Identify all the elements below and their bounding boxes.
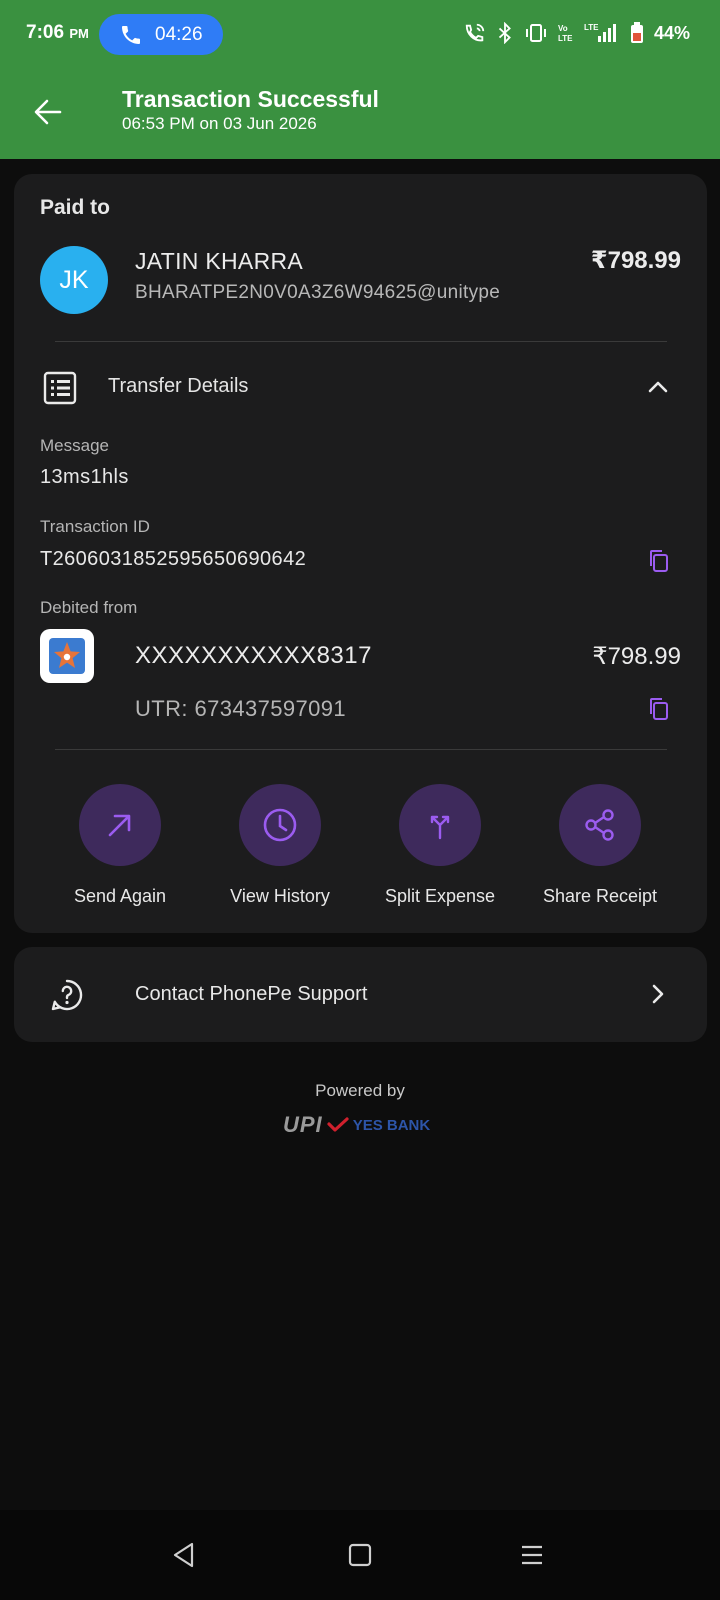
payee-vpa: BHARATPE2N0V0A3Z6W94625@unitype xyxy=(135,282,501,303)
triangle-back-icon xyxy=(173,1542,194,1568)
debited-from-label: Debited from xyxy=(40,598,138,617)
help-question-icon xyxy=(51,979,83,1011)
chevron-up-icon xyxy=(648,381,668,393)
utr-number: UTR: 673437597091 xyxy=(135,696,347,721)
view-history-label: View History xyxy=(230,886,330,906)
collapse-toggle[interactable] xyxy=(643,372,673,402)
share-receipt-button[interactable]: Share Receipt xyxy=(520,784,680,907)
share-icon xyxy=(585,809,614,841)
account-number: XXXXXXXXXXX8317 xyxy=(135,642,372,669)
call-timer: 04:26 xyxy=(155,23,203,45)
split-expense-circle xyxy=(399,784,481,866)
send-again-circle xyxy=(79,784,161,866)
split-icon xyxy=(430,815,450,840)
page-title: Transaction Successful xyxy=(122,86,379,112)
transaction-id-label: Transaction ID xyxy=(40,517,150,536)
payee-amount: ₹798.99 xyxy=(590,247,681,274)
bank-logo xyxy=(40,629,94,683)
share-receipt-label: Share Receipt xyxy=(542,886,658,906)
divider xyxy=(55,341,667,342)
share-receipt-circle xyxy=(559,784,641,866)
bank-star-logo-icon xyxy=(49,638,85,674)
message-value: 13ms1hls xyxy=(40,466,129,488)
brand-logos: UPI YES BANK xyxy=(283,1112,430,1138)
status-bar: 7:06 PM 04:26 Vo LTE LTE 44% xyxy=(0,0,720,70)
battery-icon xyxy=(630,22,643,43)
send-again-label: Send Again xyxy=(73,886,167,906)
send-again-button[interactable]: Send Again xyxy=(40,784,200,907)
nav-back-button[interactable] xyxy=(167,1538,201,1572)
copy-icon[interactable] xyxy=(646,548,672,574)
split-expense-button[interactable]: Split Expense xyxy=(360,784,520,907)
action-row: Send Again View History Split Expense Sh… xyxy=(14,784,707,907)
back-button[interactable] xyxy=(28,92,68,132)
phone-icon xyxy=(122,25,140,44)
yes-bank-logo: YES BANK xyxy=(352,1116,431,1134)
app-header: 7:06 PM 04:26 Vo LTE LTE 44% Transaction … xyxy=(0,0,720,159)
yes-bank-check-icon xyxy=(327,1117,349,1132)
svg-text:LTE: LTE xyxy=(584,23,599,32)
wifi-call-icon xyxy=(465,23,485,42)
message-label: Message xyxy=(40,436,109,455)
contact-support-row[interactable]: Contact PhonePe Support xyxy=(14,947,707,1042)
nav-home-button[interactable] xyxy=(343,1538,377,1572)
transaction-card: Paid to JK JATIN KHARRA BHARATPE2N0V0A3Z… xyxy=(14,174,707,933)
bluetooth-icon xyxy=(498,22,511,44)
svg-text:Vo: Vo xyxy=(558,24,568,33)
nav-recents-button[interactable] xyxy=(515,1538,549,1572)
transaction-datetime: 06:53 PM on 03 Jun 2026 xyxy=(122,114,317,133)
view-history-button[interactable]: View History xyxy=(200,784,360,907)
ongoing-call-pill[interactable]: 04:26 xyxy=(99,14,223,55)
contact-support-label: Contact PhonePe Support xyxy=(135,983,368,1005)
chevron-right-icon xyxy=(652,984,664,1004)
system-navigation-bar xyxy=(0,1510,720,1600)
vibrate-icon xyxy=(525,24,546,42)
signal-icon: LTE xyxy=(584,23,616,42)
arrow-up-right-icon xyxy=(108,814,131,837)
debited-amount: ₹798.99 xyxy=(592,643,681,670)
status-time: 7:06 PM xyxy=(26,22,89,43)
receipt-list-icon xyxy=(43,371,77,405)
clock-icon xyxy=(263,808,297,842)
avatar: JK xyxy=(40,246,108,314)
split-expense-label: Split Expense xyxy=(384,886,496,906)
view-history-circle xyxy=(239,784,321,866)
transfer-details-label[interactable]: Transfer Details xyxy=(108,375,248,398)
svg-text:LTE: LTE xyxy=(558,34,573,43)
battery-percent: 44% xyxy=(653,22,690,43)
powered-by-label: Powered by xyxy=(315,1081,405,1100)
square-home-icon xyxy=(348,1543,372,1567)
upi-logo: UPI xyxy=(283,1112,323,1137)
transaction-id-value: T2606031852595650690642 xyxy=(40,548,307,570)
arrow-left-icon xyxy=(34,99,62,125)
copy-icon[interactable] xyxy=(646,696,672,722)
chevron-right xyxy=(643,979,673,1009)
divider xyxy=(55,749,667,750)
payee-name: JATIN KHARRA xyxy=(135,248,304,274)
status-icons: Vo LTE LTE 44% xyxy=(464,22,690,44)
paid-to-label: Paid to xyxy=(40,196,111,219)
menu-lines-icon xyxy=(522,1545,542,1565)
volte-icon: VoLTE xyxy=(558,24,573,43)
